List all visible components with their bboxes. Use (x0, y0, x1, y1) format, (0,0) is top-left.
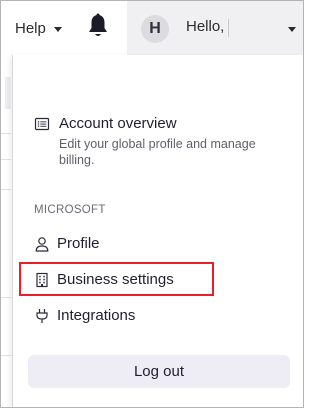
top-bar: Help H Hello, (1, 1, 303, 55)
user-menu-button[interactable]: H Hello, (127, 1, 303, 55)
account-overview-item[interactable]: Account overview Edit your global profil… (13, 111, 293, 171)
menu-item-label: Integrations (57, 307, 136, 324)
person-icon (35, 237, 49, 252)
account-card-icon (34, 117, 50, 131)
help-menu-button[interactable]: Help (15, 18, 62, 38)
menu-item-label: Business settings (57, 271, 174, 288)
chevron-down-icon (53, 26, 62, 32)
chevron-down-icon (288, 27, 296, 32)
logout-button[interactable]: Log out (28, 355, 290, 388)
plug-icon (36, 309, 48, 323)
menu-item-label: Profile (57, 235, 100, 252)
greeting-divider (228, 19, 229, 37)
background-page (1, 55, 11, 407)
avatar: H (141, 15, 169, 43)
top-bar-left: Help (1, 1, 127, 55)
menu-item-business-settings[interactable]: Business settings (13, 265, 293, 295)
building-icon (36, 272, 48, 288)
section-label: MICROSOFT (34, 204, 106, 216)
menu-item-profile[interactable]: Profile (13, 229, 293, 259)
bell-icon[interactable] (87, 13, 109, 39)
user-dropdown-menu: Account overview Edit your global profil… (12, 55, 303, 407)
help-label: Help (15, 19, 46, 37)
app-window: Help H Hello, Account overview Edit your… (0, 0, 304, 408)
menu-item-integrations[interactable]: Integrations (13, 301, 293, 331)
greeting-text: Hello, (186, 18, 225, 35)
account-overview-description: Edit your global profile and manage bill… (59, 137, 256, 167)
account-overview-title: Account overview (59, 115, 177, 132)
